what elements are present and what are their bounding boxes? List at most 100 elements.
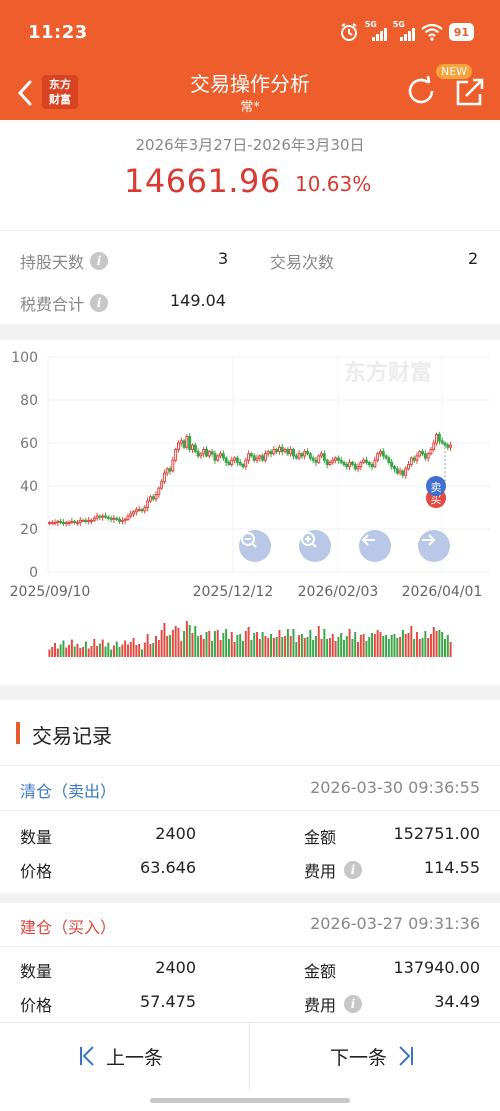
volume-bar <box>65 647 68 657</box>
trade-time: 2026-03-30 09:36:55 <box>310 778 480 797</box>
zoom-in-icon <box>301 532 317 548</box>
candle-body <box>373 459 377 468</box>
bottom-nav: 上一条 下一条 <box>0 1022 500 1111</box>
candle-body <box>384 455 388 459</box>
pan-left-button[interactable] <box>359 530 391 562</box>
stat-label: 税费合计 <box>20 295 85 314</box>
volume-bar <box>441 632 444 657</box>
volume-bar <box>73 646 76 657</box>
volume-bar <box>387 639 390 657</box>
candle-body <box>193 444 197 453</box>
nav-bar: 东方 财富 交易操作分析 常* NEW <box>0 64 500 120</box>
volume-bar <box>149 644 152 657</box>
candle-body <box>345 464 349 468</box>
candle-body <box>395 468 399 474</box>
volume-bar <box>236 635 239 657</box>
candle-body <box>359 461 363 468</box>
volume-bar <box>76 644 79 657</box>
fee-label: 费用 <box>304 862 337 881</box>
pan-right-button[interactable] <box>418 530 450 562</box>
chart-canvas[interactable]: 东方财富 100 80 60 40 20 0 2025/09/10 2025/12/12 2026… <box>0 340 500 685</box>
candle-body <box>407 464 410 470</box>
candle-body <box>157 487 161 496</box>
status-bar: 11:23 5G 5G 91 <box>0 0 500 66</box>
candle-body <box>258 455 262 459</box>
volume-bar <box>169 635 172 657</box>
candle-body <box>387 457 391 463</box>
share-icon[interactable] <box>454 76 486 108</box>
candle-body <box>216 455 220 461</box>
prev-record-button[interactable]: 上一条 <box>78 1023 163 1089</box>
volume-bar <box>334 641 337 657</box>
date-range: 2026年3月27日-2026年3月30日 <box>135 136 365 154</box>
arrow-left-icon <box>361 534 375 546</box>
volume-bar <box>112 645 115 657</box>
volume-bar <box>385 635 388 657</box>
x-tick-label: 2025/12/12 <box>193 584 274 600</box>
kline-chart[interactable]: 东方财富 100 80 60 40 20 0 2025/09/10 2025/12/12 2026… <box>0 340 500 685</box>
candle-body <box>205 448 208 457</box>
trade-record[interactable]: 建仓（买入） 2026-03-27 09:31:36 数量 2400 金额 13… <box>0 903 500 1029</box>
volume-bar <box>68 645 71 657</box>
volume-bar <box>328 638 331 657</box>
volume-bar <box>90 646 93 657</box>
volume-bar <box>213 631 216 657</box>
trade-kind: 建仓（买入） <box>20 918 117 937</box>
signal-icon: 5G <box>365 20 387 41</box>
sell-marker-label: 卖 <box>431 481 442 494</box>
volume-bar <box>129 642 132 657</box>
volume-bar <box>183 631 186 657</box>
candle-body <box>137 509 141 512</box>
candle-body <box>67 522 71 525</box>
candle-body <box>339 459 343 463</box>
candle-body <box>320 453 324 457</box>
volume-bar <box>286 629 289 657</box>
trade-kind: 清仓（卖出） <box>20 782 117 801</box>
volume-bar <box>205 632 208 657</box>
fee-label-wrap: 费用 i <box>304 858 363 882</box>
candle-body <box>261 455 265 461</box>
volume-bar <box>314 636 317 657</box>
candle-body <box>56 520 60 524</box>
volume-bar <box>345 636 348 657</box>
trade-record[interactable]: 清仓（卖出） 2026-03-30 09:36:55 数量 2400 金额 15… <box>0 767 500 893</box>
volume-bar <box>373 634 376 657</box>
volume-bar <box>399 637 402 657</box>
zoom-out-button[interactable] <box>239 530 271 562</box>
stat-label: 交易次数 <box>270 253 335 272</box>
candle-body <box>132 511 136 515</box>
volume-bar <box>132 638 135 657</box>
candle-body <box>412 457 416 461</box>
fee-label: 费用 <box>304 996 337 1015</box>
candle-body <box>292 448 295 457</box>
candle-body <box>449 444 453 448</box>
info-icon[interactable]: i <box>90 294 109 312</box>
info-icon[interactable]: i <box>344 861 363 879</box>
amount-value: 137940.00 <box>393 958 480 977</box>
info-icon[interactable]: i <box>90 252 109 270</box>
stat-label: 持股天数 <box>20 253 85 272</box>
candle-body <box>390 461 394 468</box>
candle-body <box>342 461 346 465</box>
volume-bar <box>410 626 413 657</box>
zoom-in-button[interactable] <box>299 530 331 562</box>
refresh-icon[interactable] <box>404 74 438 108</box>
candle-body <box>238 461 242 465</box>
volume-bar <box>309 630 312 657</box>
arrow-right-icon <box>422 534 436 546</box>
amount-value: 152751.00 <box>393 824 480 843</box>
volume-bar <box>143 642 146 657</box>
volume-bar <box>180 641 183 657</box>
home-indicator[interactable] <box>150 1098 350 1103</box>
volume-bar <box>250 640 253 657</box>
next-record-button[interactable]: 下一条 <box>330 1023 415 1089</box>
candle-body <box>53 522 57 525</box>
volume-bar <box>107 642 110 657</box>
candle-body <box>92 517 96 521</box>
candle-body <box>393 466 396 470</box>
candle-body <box>275 448 279 453</box>
candle-body <box>289 448 293 455</box>
candle-body <box>179 440 183 444</box>
candle-body <box>81 519 85 522</box>
info-icon[interactable]: i <box>344 995 363 1013</box>
